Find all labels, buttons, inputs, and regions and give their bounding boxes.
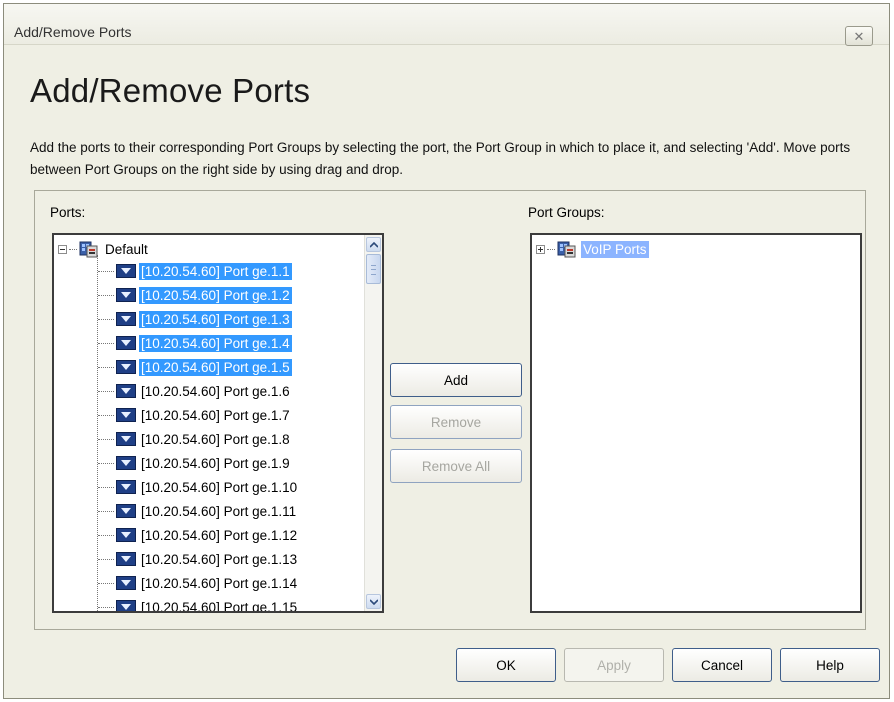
tree-root-default[interactable]: Default <box>58 238 150 260</box>
scroll-down-button[interactable] <box>366 594 381 609</box>
tree-connector <box>98 270 114 272</box>
close-icon: ✕ <box>853 28 865 44</box>
remove-all-button[interactable]: Remove All <box>390 449 522 483</box>
title-bar[interactable]: Add/Remove Ports ✕ <box>4 4 889 46</box>
port-label: [10.20.54.60] Port ge.1.12 <box>141 527 298 543</box>
port-label: [10.20.54.60] Port ge.1.10 <box>141 479 298 495</box>
port-icon <box>116 288 136 302</box>
port-icon <box>116 552 136 566</box>
port-icon <box>116 384 136 398</box>
tree-connector <box>98 558 114 560</box>
collapse-icon[interactable] <box>58 244 67 254</box>
ok-button[interactable]: OK <box>456 648 556 682</box>
tree-root-label: Default <box>105 241 148 257</box>
port-group-icon <box>79 241 98 258</box>
window-title: Add/Remove Ports <box>14 24 132 40</box>
chevron-up-icon <box>369 241 378 248</box>
port-icon <box>116 528 136 542</box>
port-list-item[interactable]: [10.20.54.60] Port ge.1.7 <box>98 404 292 426</box>
port-label: [10.20.54.60] Port ge.1.8 <box>141 431 290 447</box>
tree-connector <box>98 438 114 440</box>
tree-connector <box>547 248 555 250</box>
port-list-item[interactable]: [10.20.54.60] Port ge.1.8 <box>98 428 292 450</box>
tree-connector <box>98 342 114 344</box>
port-list-item[interactable]: [10.20.54.60] Port ge.1.6 <box>98 380 292 402</box>
port-list-item[interactable]: [10.20.54.60] Port ge.1.10 <box>98 476 299 498</box>
close-button[interactable]: ✕ <box>845 26 873 46</box>
port-label: [10.20.54.60] Port ge.1.15 <box>141 599 298 613</box>
port-icon <box>116 264 136 278</box>
tree-connector <box>98 294 114 296</box>
tree-connector <box>98 582 114 584</box>
tree-connector <box>98 534 114 536</box>
port-label: [10.20.54.60] Port ge.1.6 <box>141 383 290 399</box>
port-group-icon <box>557 241 576 258</box>
port-label: [10.20.54.60] Port ge.1.11 <box>141 503 297 519</box>
port-label: [10.20.54.60] Port ge.1.4 <box>139 334 292 352</box>
port-list-item[interactable]: [10.20.54.60] Port ge.1.3 <box>98 308 292 330</box>
port-icon <box>116 432 136 446</box>
port-icon <box>116 408 136 422</box>
port-label: [10.20.54.60] Port ge.1.2 <box>139 286 292 304</box>
port-label: [10.20.54.60] Port ge.1.5 <box>139 358 292 376</box>
ports-label: Ports: <box>50 205 86 220</box>
chevron-down-icon <box>369 598 378 605</box>
port-groups-tree[interactable]: VoIP Ports <box>530 233 862 613</box>
tree-connector <box>98 606 114 608</box>
port-icon <box>116 336 136 350</box>
port-list-item[interactable]: [10.20.54.60] Port ge.1.14 <box>98 572 299 594</box>
port-icon <box>116 312 136 326</box>
port-list-item[interactable]: [10.20.54.60] Port ge.1.4 <box>98 332 292 354</box>
scroll-up-button[interactable] <box>366 237 381 252</box>
port-list-item[interactable]: [10.20.54.60] Port ge.1.13 <box>98 548 299 570</box>
tree-connector <box>98 414 114 416</box>
tree-connector <box>98 486 114 488</box>
port-label: [10.20.54.60] Port ge.1.7 <box>141 407 290 423</box>
port-list-item[interactable]: [10.20.54.60] Port ge.1.9 <box>98 452 292 474</box>
page-title: Add/Remove Ports <box>30 72 311 109</box>
port-label: [10.20.54.60] Port ge.1.9 <box>141 455 290 471</box>
tree-connector <box>98 366 114 368</box>
vertical-scrollbar[interactable] <box>364 235 382 611</box>
port-icon <box>116 504 136 518</box>
instructions-text: Add the ports to their corresponding Por… <box>30 140 851 177</box>
add-button[interactable]: Add <box>390 363 522 397</box>
port-list-item[interactable]: [10.20.54.60] Port ge.1.11 <box>98 500 298 522</box>
port-list-item[interactable]: [10.20.54.60] Port ge.1.12 <box>98 524 299 546</box>
apply-button[interactable]: Apply <box>564 648 664 682</box>
port-icon <box>116 600 136 611</box>
help-button[interactable]: Help <box>780 648 880 682</box>
port-icon <box>116 456 136 470</box>
port-label: [10.20.54.60] Port ge.1.3 <box>139 310 292 328</box>
port-list-item[interactable]: [10.20.54.60] Port ge.1.2 <box>98 284 292 306</box>
ports-tree[interactable]: Default [10.20.54.60] Port ge.1.1 [10.20.… <box>52 233 384 613</box>
port-label: [10.20.54.60] Port ge.1.1 <box>139 262 292 280</box>
port-groups-label: Port Groups: <box>528 205 605 220</box>
port-label: [10.20.54.60] Port ge.1.13 <box>141 551 298 567</box>
port-list-item[interactable]: [10.20.54.60] Port ge.1.15 <box>98 596 299 613</box>
tree-connector <box>69 248 77 250</box>
expand-icon[interactable] <box>536 244 545 254</box>
remove-button[interactable]: Remove <box>390 405 522 439</box>
port-icon <box>116 360 136 374</box>
port-list-item[interactable]: [10.20.54.60] Port ge.1.5 <box>98 356 292 378</box>
tree-connector <box>98 318 114 320</box>
thumb-grip-icon <box>371 265 376 275</box>
port-icon <box>116 576 136 590</box>
scroll-thumb[interactable] <box>366 254 381 284</box>
tree-connector <box>98 390 114 392</box>
cancel-button[interactable]: Cancel <box>672 648 772 682</box>
port-list-item[interactable]: [10.20.54.60] Port ge.1.1 <box>98 260 292 282</box>
tree-item-voip-ports[interactable]: VoIP Ports <box>536 238 649 260</box>
tree-connector <box>98 510 114 512</box>
port-icon <box>116 480 136 494</box>
port-label: [10.20.54.60] Port ge.1.14 <box>141 575 298 591</box>
tree-connector <box>98 462 114 464</box>
tree-item-label: VoIP Ports <box>581 240 649 258</box>
